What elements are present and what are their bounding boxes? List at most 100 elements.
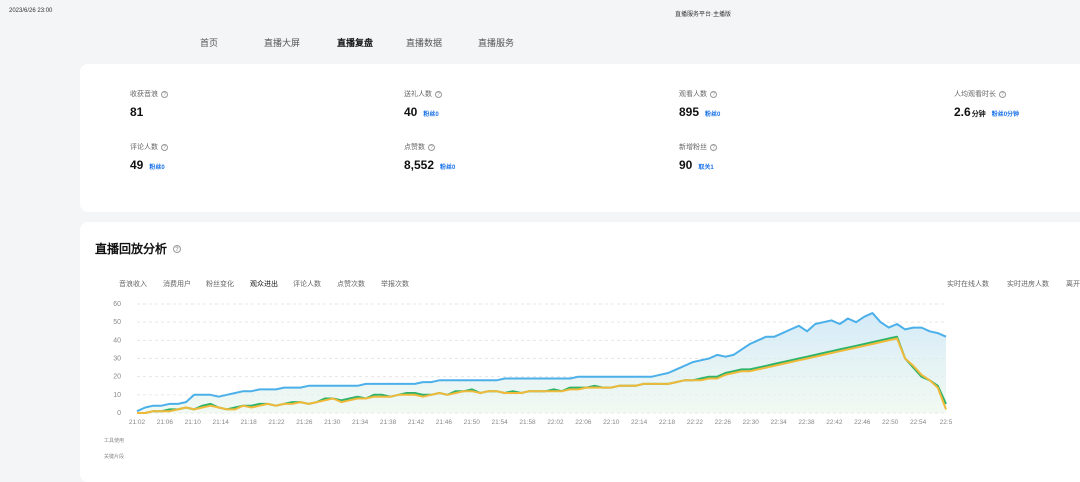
x-tick-label: 21:30 — [324, 419, 341, 426]
help-icon[interactable]: ? — [999, 90, 1006, 98]
help-icon[interactable]: ? — [161, 90, 168, 98]
tab-leave[interactable]: 离开 — [1066, 279, 1080, 289]
x-tick-label: 21:18 — [240, 419, 257, 426]
metric-value: 895 — [679, 105, 700, 119]
row-label-tools: 工具使用 — [104, 438, 125, 444]
x-tick-label: 22:02 — [547, 419, 564, 426]
tab-realtime-online[interactable]: 实时在线人数 — [947, 279, 989, 289]
series-area — [137, 313, 946, 413]
metric-viewers: 观看人数? 895 粉丝0 — [679, 89, 720, 119]
x-tick-label: 22:30 — [743, 419, 760, 426]
x-tick-label: 22:46 — [854, 419, 871, 426]
x-tick-label: 22:22 — [687, 419, 704, 426]
x-tick-label: 22:10 — [603, 419, 620, 426]
x-tick-label: 21:26 — [296, 419, 313, 426]
metric-value: 2.6 — [954, 105, 971, 119]
metric-likes: 点赞数? 8,552 粉丝0 — [404, 142, 455, 172]
y-tick-label: 20 — [113, 374, 121, 381]
y-tick-label: 10 — [113, 392, 121, 399]
x-axis-ticks: 21:02 21:06 21:10 21:14 21:18 21:22 21:26 21:30… — [129, 419, 953, 426]
x-tick-label: 21:54 — [492, 419, 509, 426]
x-tick-label: 22:34 — [770, 419, 787, 426]
tab-realtime-enter[interactable]: 实时进房人数 — [1007, 279, 1049, 289]
help-icon[interactable]: ? — [161, 143, 168, 151]
tab-live-data[interactable]: 直播数据 — [406, 36, 442, 49]
metric-label: 点赞数 — [404, 144, 425, 151]
tab-viewer-flow[interactable]: 观众进出 — [250, 279, 278, 289]
x-tick-label: 22:26 — [715, 419, 732, 426]
tab-reports[interactable]: 举报次数 — [381, 279, 409, 289]
metric-sub: 粉丝0 — [705, 112, 721, 118]
x-tick-label: 22:18 — [659, 419, 676, 426]
tab-fan-change[interactable]: 粉丝变化 — [206, 279, 234, 289]
help-icon[interactable]: ? — [710, 143, 717, 151]
x-tick-label: 22:38 — [798, 419, 815, 426]
metric-avg-watch-time: 人均观看时长? 2.6 分钟 粉丝0分钟 — [954, 89, 1019, 119]
tab-paying-users[interactable]: 消费用户 — [163, 279, 191, 289]
x-tick-label: 22:5 — [940, 419, 953, 426]
metric-label: 评论人数 — [130, 144, 158, 151]
chart-series — [136, 312, 947, 414]
metric-gift-users: 送礼人数? 40 粉丝0 — [404, 89, 442, 119]
main-nav: 首页 直播大屏 直播复盘 直播数据 直播服务 — [0, 36, 1080, 52]
help-icon[interactable]: ? — [435, 90, 442, 98]
top-bar: 2023/6/26 23:00 直播服务平台·主播版 — [0, 0, 1080, 24]
metric-value: 49 — [130, 158, 144, 172]
section-title-text: 直播回放分析 — [95, 242, 168, 256]
x-tick-label: 21:46 — [436, 419, 453, 426]
tab-likes[interactable]: 点赞次数 — [337, 279, 365, 289]
x-tick-label: 21:58 — [519, 419, 536, 426]
x-tick-label: 22:42 — [826, 419, 843, 426]
metric-label: 新增粉丝 — [679, 144, 707, 151]
x-tick-label: 21:22 — [268, 419, 285, 426]
metric-value: 40 — [404, 105, 418, 119]
x-tick-label: 21:10 — [185, 419, 202, 426]
x-tick-label: 21:02 — [129, 419, 146, 426]
x-tick-label: 21:06 — [157, 419, 174, 426]
y-axis-ticks: 0 10 20 30 40 50 60 — [113, 301, 121, 417]
viewer-flow-chart: 0102030405060 21:02 21:06 21:10 21:14 21:18 2… — [113, 301, 953, 426]
metric-label: 收获音浪 — [130, 91, 158, 98]
x-tick-label: 22:14 — [631, 419, 648, 426]
x-tick-label: 22:06 — [575, 419, 592, 426]
tab-live-service[interactable]: 直播服务 — [478, 36, 514, 49]
timestamp: 2023/6/26 23:00 — [9, 8, 53, 14]
metric-label: 观看人数 — [679, 91, 707, 98]
metric-income: 收获音浪? 81 — [130, 89, 168, 119]
help-icon[interactable]: ? — [173, 244, 182, 253]
metric-sub: 粉丝0 — [423, 112, 439, 118]
metric-value: 81 — [130, 105, 144, 119]
x-tick-label: 21:34 — [352, 419, 369, 426]
help-icon[interactable]: ? — [428, 143, 435, 151]
x-tick-label: 22:50 — [882, 419, 899, 426]
tab-comments[interactable]: 评论人数 — [293, 279, 321, 289]
metric-label: 送礼人数 — [404, 91, 432, 98]
metric-value: 90 — [679, 158, 693, 172]
metric-unit: 分钟 — [971, 111, 986, 118]
metric-sub: 粉丝0 — [440, 165, 456, 171]
metric-new-fans: 新增粉丝? 90 取关1 — [679, 142, 717, 172]
metric-value: 8,552 — [404, 158, 435, 172]
help-icon[interactable]: ? — [710, 90, 717, 98]
row-label-key-clips: 关键片段 — [104, 454, 125, 460]
metric-comment-users: 评论人数? 49 粉丝0 — [130, 142, 168, 172]
metric-sub: 粉丝0分钟 — [991, 112, 1020, 118]
metric-label: 人均观看时长 — [954, 91, 996, 98]
tab-home[interactable]: 首页 — [200, 36, 218, 49]
y-tick-label: 30 — [113, 356, 121, 363]
app-title: 直播服务平台·主播版 — [675, 12, 731, 18]
tab-live-screen[interactable]: 直播大屏 — [264, 36, 300, 49]
y-tick-label: 60 — [113, 301, 121, 308]
metric-sub: 取关1 — [698, 165, 714, 171]
y-tick-label: 50 — [113, 319, 121, 326]
x-tick-label: 21:50 — [464, 419, 481, 426]
tab-income[interactable]: 音浪收入 — [119, 279, 147, 289]
x-tick-label: 22:54 — [910, 419, 927, 426]
y-tick-label: 0 — [117, 410, 121, 417]
y-tick-label: 40 — [113, 337, 121, 344]
section-title: 直播回放分析 ? — [95, 240, 182, 257]
x-tick-label: 21:42 — [408, 419, 425, 426]
tab-live-review[interactable]: 直播复盘 — [337, 36, 373, 49]
metrics-card — [80, 64, 1080, 212]
x-tick-label: 21:38 — [380, 419, 397, 426]
